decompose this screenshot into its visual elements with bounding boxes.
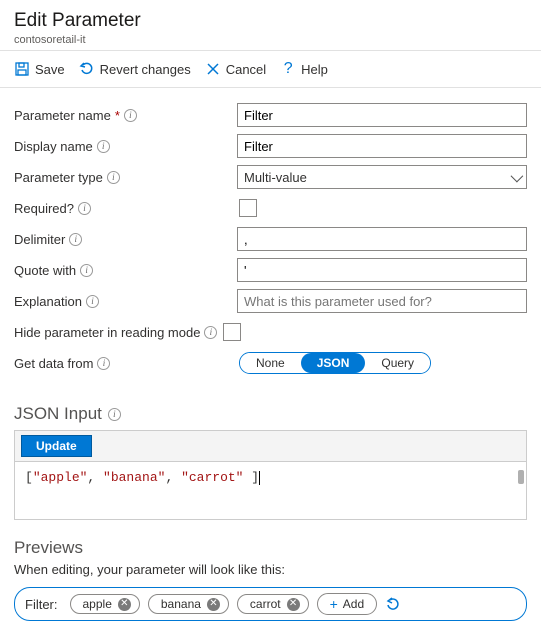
code-bracket: ]	[243, 470, 259, 485]
previews-heading: Previews	[14, 538, 527, 558]
revert-label: Revert changes	[100, 62, 191, 77]
info-icon[interactable]: i	[108, 408, 121, 421]
explanation-label: Explanation	[14, 294, 82, 309]
json-input-heading-text: JSON Input	[14, 404, 102, 424]
seg-json[interactable]: JSON	[301, 353, 366, 373]
info-icon[interactable]: i	[80, 264, 93, 277]
pill-item[interactable]: apple ✕	[70, 594, 140, 614]
close-icon[interactable]: ✕	[118, 598, 131, 611]
param-type-select[interactable]: Multi-value	[237, 165, 527, 189]
info-icon[interactable]: i	[97, 140, 110, 153]
cancel-button[interactable]: Cancel	[205, 61, 266, 77]
info-icon[interactable]: i	[86, 295, 99, 308]
info-icon[interactable]: i	[78, 202, 91, 215]
required-asterisk: *	[115, 108, 120, 123]
save-label: Save	[35, 62, 65, 77]
required-checkbox[interactable]	[239, 199, 257, 217]
page-subtitle: contosoretail-it	[14, 34, 527, 46]
code-bracket: [	[25, 470, 33, 485]
pill-item[interactable]: banana ✕	[148, 594, 229, 614]
save-icon	[14, 61, 30, 77]
json-toolbar: Update	[15, 431, 526, 462]
param-name-input[interactable]	[237, 103, 527, 127]
cancel-icon	[205, 61, 221, 77]
hide-reading-label: Hide parameter in reading mode	[14, 325, 200, 340]
delimiter-input[interactable]	[237, 227, 527, 251]
delimiter-label: Delimiter	[14, 232, 65, 247]
info-icon[interactable]: i	[204, 326, 217, 339]
code-string: "apple"	[33, 470, 88, 485]
plus-icon: +	[330, 596, 338, 612]
explanation-input[interactable]	[237, 289, 527, 313]
add-pill-button[interactable]: + Add	[317, 593, 378, 615]
close-icon[interactable]: ✕	[287, 598, 300, 611]
help-icon: ?	[280, 61, 296, 77]
seg-none[interactable]: None	[240, 353, 301, 373]
get-data-label: Get data from	[14, 356, 93, 371]
scrollbar-thumb[interactable]	[518, 470, 524, 484]
revert-icon	[79, 61, 95, 77]
code-string: "banana"	[103, 470, 165, 485]
page-title: Edit Parameter	[14, 10, 527, 32]
pill-item[interactable]: carrot ✕	[237, 594, 309, 614]
json-input-heading: JSON Input i	[14, 404, 527, 424]
code-string: "carrot"	[181, 470, 243, 485]
param-name-label: Parameter name	[14, 108, 111, 123]
text-caret	[259, 471, 260, 485]
quote-with-label: Quote with	[14, 263, 76, 278]
preview-label: Filter:	[25, 597, 62, 612]
param-type-label: Parameter type	[14, 170, 103, 185]
seg-query[interactable]: Query	[365, 353, 430, 373]
get-data-segmented: None JSON Query	[239, 352, 431, 374]
undo-button[interactable]	[385, 596, 401, 612]
hide-reading-checkbox[interactable]	[223, 323, 241, 341]
json-input-box: Update ["apple", "banana", "carrot" ]	[14, 430, 527, 520]
chevron-down-icon	[511, 170, 520, 185]
previews-subhead: When editing, your parameter will look l…	[14, 562, 527, 577]
pill-text: banana	[161, 597, 201, 611]
info-icon[interactable]: i	[97, 357, 110, 370]
cancel-label: Cancel	[226, 62, 266, 77]
quote-with-input[interactable]	[237, 258, 527, 282]
json-editor[interactable]: ["apple", "banana", "carrot" ]	[15, 462, 526, 519]
help-label: Help	[301, 62, 328, 77]
preview-pill-row: Filter: apple ✕ banana ✕ carrot ✕ + Add	[14, 587, 527, 621]
form: Parameter name * i Display name i Parame…	[0, 88, 541, 390]
required-label: Required?	[14, 201, 74, 216]
info-icon[interactable]: i	[107, 171, 120, 184]
display-name-input[interactable]	[237, 134, 527, 158]
code-comma: ,	[87, 470, 103, 485]
header: Edit Parameter contosoretail-it	[0, 0, 541, 51]
update-button[interactable]: Update	[21, 435, 92, 457]
info-icon[interactable]: i	[69, 233, 82, 246]
code-comma: ,	[165, 470, 181, 485]
save-button[interactable]: Save	[14, 61, 65, 77]
revert-button[interactable]: Revert changes	[79, 61, 191, 77]
toolbar: Save Revert changes Cancel ? Help	[0, 51, 541, 88]
help-button[interactable]: ? Help	[280, 61, 328, 77]
param-type-value: Multi-value	[244, 170, 307, 185]
display-name-label: Display name	[14, 139, 93, 154]
pill-text: carrot	[250, 597, 281, 611]
pill-text: apple	[83, 597, 112, 611]
add-pill-label: Add	[343, 597, 364, 611]
close-icon[interactable]: ✕	[207, 598, 220, 611]
info-icon[interactable]: i	[124, 109, 137, 122]
